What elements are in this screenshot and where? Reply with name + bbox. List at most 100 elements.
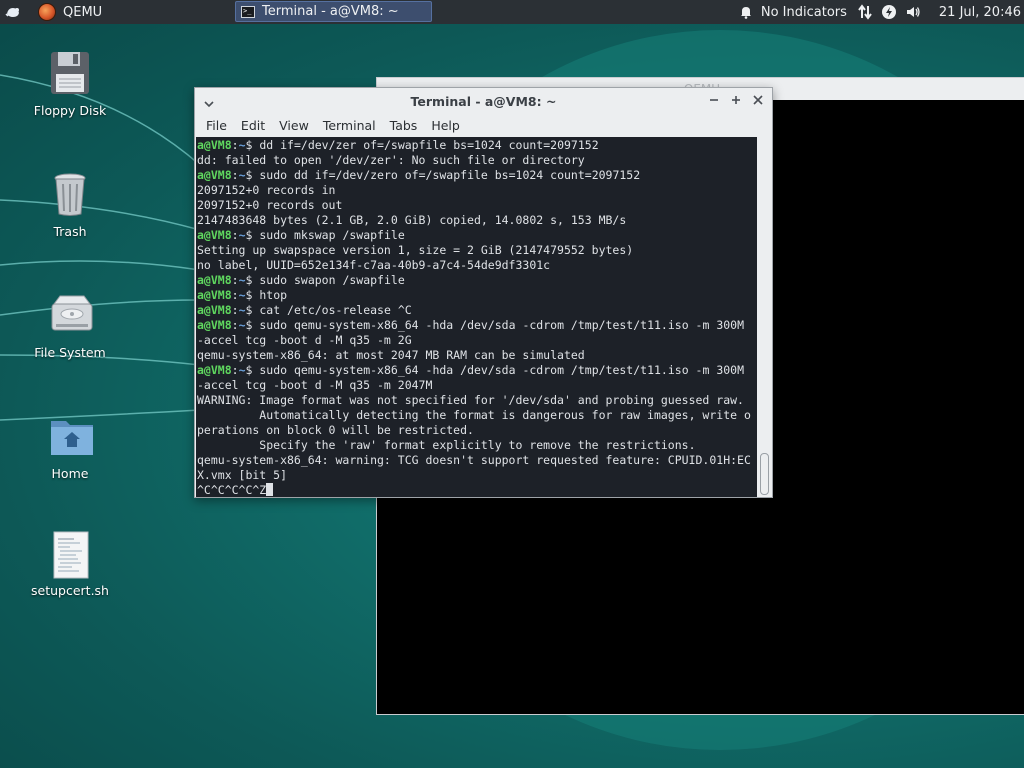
terminal-output-text: perations on block 0 will be restricted. (197, 423, 474, 437)
menu-edit[interactable]: Edit (234, 118, 272, 133)
terminal-output-text: no label, UUID=652e134f-c7aa-40b9-a7c4-5… (197, 258, 551, 272)
desktop-icon-label: Home (51, 466, 89, 481)
home-folder-icon (48, 413, 93, 461)
terminal-output-text: 2147483648 bytes (2.1 GB, 2.0 GiB) copie… (197, 213, 627, 227)
terminal-output-text: X.vmx [bit 5] (197, 468, 288, 482)
desktop-icon-trash[interactable]: Trash (25, 171, 115, 239)
terminal-line: 2097152+0 records out (197, 198, 757, 213)
terminal-output-text: ^C^C^C^C^Z (197, 483, 267, 497)
top-panel: QEMU >_ Terminal - a@VM8: ~ No Indicator… (0, 0, 1024, 24)
terminal-line: a@VM8:~$ sudo mkswap /swapfile (197, 228, 757, 243)
terminal-output-text: dd: failed to open '/dev/zer': No such f… (197, 153, 585, 167)
prompt-symbol: $ (245, 138, 260, 152)
prompt-separator: : (231, 168, 239, 182)
qemu-logo-icon (38, 3, 56, 21)
terminal-window-title: Terminal - a@VM8: ~ (410, 93, 557, 109)
terminal-command: sudo swapon /swapfile (259, 273, 405, 287)
maximize-icon[interactable] (729, 93, 743, 107)
terminal-line: 2147483648 bytes (2.1 GB, 2.0 GiB) copie… (197, 213, 757, 228)
prompt-symbol: $ (245, 228, 260, 242)
menu-help[interactable]: Help (424, 118, 467, 133)
terminal-line: X.vmx [bit 5] (197, 468, 757, 483)
desktop-icon-floppy-disk[interactable]: Floppy Disk (25, 50, 115, 118)
terminal-output-text: qemu-system-x86_64: warning: TCG doesn't… (197, 453, 751, 467)
menu-file[interactable]: File (199, 118, 234, 133)
terminal-line: -accel tcg -boot d -M q35 -m 2047M (197, 378, 757, 393)
prompt-separator: : (231, 138, 239, 152)
terminal-command: sudo mkswap /swapfile (259, 228, 405, 242)
hard-drive-icon (48, 292, 93, 340)
prompt-path: ~ (238, 168, 246, 182)
terminal-line: WARNING: Image format was not specified … (197, 393, 757, 408)
desktop-icon-label: Floppy Disk (33, 103, 107, 118)
prompt-symbol: $ (245, 168, 260, 182)
system-tray: No Indicators 21 Jul, 20:46 (734, 0, 1024, 24)
terminal-icon: >_ (241, 5, 255, 18)
prompt-symbol: $ (245, 288, 260, 302)
qemu-launcher[interactable]: QEMU (38, 0, 102, 24)
terminal-line: a@VM8:~$ cat /etc/os-release ^C (197, 303, 757, 318)
prompt-user: a@VM8 (197, 288, 232, 302)
terminal-line: dd: failed to open '/dev/zer': No such f… (197, 153, 757, 168)
terminal-line: a@VM8:~$ sudo swapon /swapfile (197, 273, 757, 288)
qemu-launcher-label: QEMU (63, 4, 103, 20)
prompt-path: ~ (238, 318, 246, 332)
menu-terminal[interactable]: Terminal (316, 118, 383, 133)
terminal-output-text: Setting up swapspace version 1, size = 2… (197, 243, 634, 257)
prompt-user: a@VM8 (197, 363, 232, 377)
terminal-output-text: Specify the 'raw' format explicitly to r… (197, 438, 696, 452)
terminal-output[interactable]: a@VM8:~$ dd if=/dev/zer of=/swapfile bs=… (196, 137, 757, 497)
prompt-symbol: $ (245, 318, 260, 332)
volume-icon[interactable] (904, 3, 922, 21)
prompt-path: ~ (238, 273, 246, 287)
script-file-icon (48, 530, 92, 579)
prompt-user: a@VM8 (197, 303, 232, 317)
terminal-line: -accel tcg -boot d -M q35 -m 2G (197, 333, 757, 348)
indicators-label[interactable]: No Indicators (761, 5, 847, 20)
terminal-menubar: File Edit View Terminal Tabs Help (195, 114, 772, 136)
menu-tabs[interactable]: Tabs (383, 118, 425, 133)
prompt-user: a@VM8 (197, 138, 232, 152)
terminal-command: sudo dd if=/dev/zero of=/swapfile bs=102… (259, 168, 641, 182)
taskbar-terminal-button[interactable]: >_ Terminal - a@VM8: ~ (235, 1, 432, 22)
power-manager-icon[interactable] (880, 3, 898, 21)
terminal-line: Automatically detecting the format is da… (197, 408, 757, 423)
terminal-command: sudo qemu-system-x86_64 -hda /dev/sda -c… (259, 318, 745, 332)
menu-view[interactable]: View (272, 118, 316, 133)
prompt-separator: : (231, 288, 239, 302)
terminal-command: cat /etc/os-release ^C (259, 303, 412, 317)
terminal-line: a@VM8:~$ dd if=/dev/zer of=/swapfile bs=… (197, 138, 757, 153)
terminal-output-text: 2097152+0 records in (197, 183, 336, 197)
terminal-line: no label, UUID=652e134f-c7aa-40b9-a7c4-5… (197, 258, 757, 273)
prompt-user: a@VM8 (197, 273, 232, 287)
terminal-line: 2097152+0 records in (197, 183, 757, 198)
desktop-icon-label: Trash (53, 224, 87, 239)
close-icon[interactable] (751, 93, 765, 107)
prompt-path: ~ (238, 288, 246, 302)
applications-menu-button[interactable] (2, 0, 24, 24)
terminal-output-text: qemu-system-x86_64: at most 2047 MB RAM … (197, 348, 585, 362)
terminal-output-text: -accel tcg -boot d -M q35 -m 2G (197, 333, 412, 347)
prompt-user: a@VM8 (197, 168, 232, 182)
terminal-titlebar[interactable]: Terminal - a@VM8: ~ (195, 88, 772, 114)
terminal-window[interactable]: Terminal - a@VM8: ~ File Edit View Termi… (194, 87, 773, 498)
desktop-icon-label: setupcert.sh (31, 583, 109, 598)
prompt-path: ~ (238, 228, 246, 242)
taskbar-terminal-label: Terminal - a@VM8: ~ (262, 4, 399, 19)
scrollbar-thumb[interactable] (760, 453, 769, 495)
desktop-icon-file-system[interactable]: File System (25, 292, 115, 360)
desktop-icon-home[interactable]: Home (25, 413, 115, 481)
prompt-separator: : (231, 228, 239, 242)
floppy-disk-icon (48, 50, 92, 98)
desktop-icon-setupcert[interactable]: setupcert.sh (25, 530, 115, 598)
prompt-separator: : (231, 318, 239, 332)
desktop-icon-label: File System (34, 345, 106, 360)
clock[interactable]: 21 Jul, 20:46 (939, 5, 1021, 20)
terminal-scrollbar[interactable] (757, 137, 771, 497)
terminal-output-text: 2097152+0 records out (197, 198, 343, 212)
prompt-path: ~ (238, 138, 246, 152)
notification-bell-icon[interactable] (737, 3, 755, 21)
minimize-icon[interactable] (707, 93, 721, 107)
network-transfer-icon[interactable] (856, 3, 874, 21)
terminal-line: a@VM8:~$ sudo dd if=/dev/zero of=/swapfi… (197, 168, 757, 183)
